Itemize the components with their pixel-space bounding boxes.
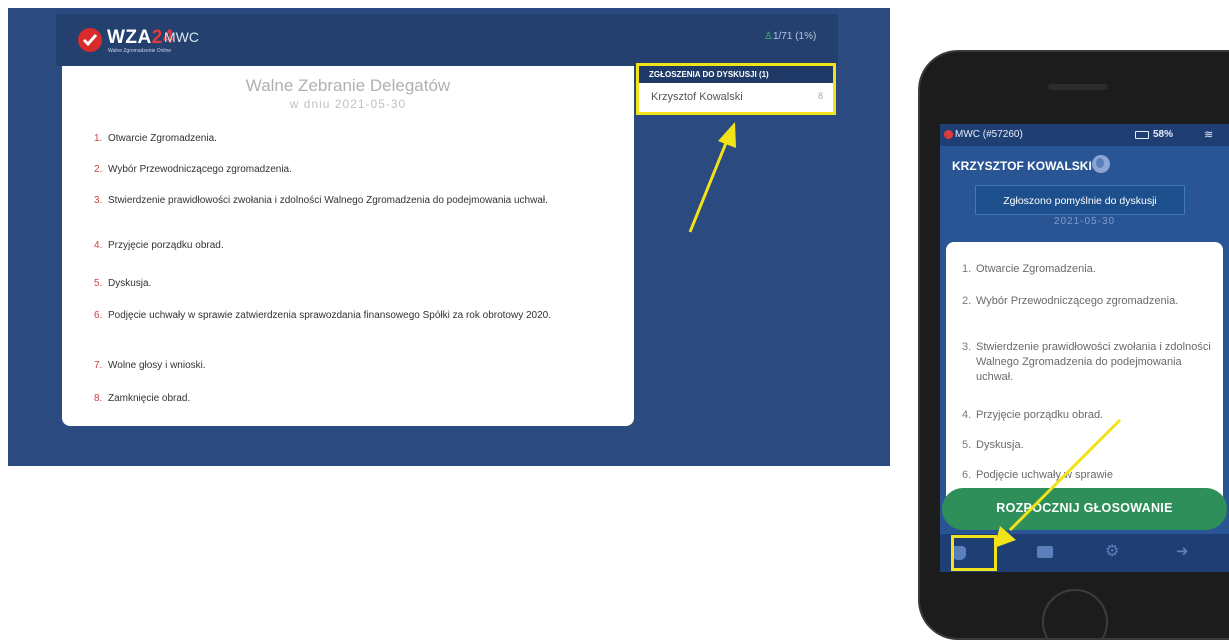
agenda-item-text: Wybór Przewodniczącego zgromadzenia. — [108, 164, 292, 175]
agenda-item[interactable]: 3. Stwierdzenie prawidłowości zwołania i … — [94, 194, 548, 207]
chat-icon[interactable] — [1037, 546, 1053, 558]
wifi-icon: ≋ — [1204, 129, 1214, 141]
speaker-number: 8 — [817, 91, 823, 101]
agenda-item-number: 1. — [962, 263, 972, 275]
agenda-item-number: 7. — [94, 360, 103, 371]
phone-agenda-card: 1. Otwarcie Zgromadzenia. 2. Wybór Przewod… — [946, 242, 1223, 502]
phone-app-id: MWC (#57260) — [955, 129, 1023, 140]
success-toast: Zgłoszono pomyślnie do dyskusji — [975, 185, 1185, 215]
phone-screen: MWC (#57260) 58% ≋ KRZYSZTOF KOWALSKI ..… — [940, 124, 1229, 572]
instruction-screenshot: WZA24 Walne Zgromadzenie Online MWC ♙1/7… — [0, 0, 1229, 640]
agenda-item[interactable]: 5. Dyskusja. — [94, 277, 151, 290]
phone-agenda-item[interactable]: 2. Wybór Przewodniczącego zgromadzenia. — [962, 294, 1178, 309]
logo-subtitle: Walne Zgromadzenie Online — [108, 48, 172, 54]
phone-agenda-item[interactable]: 1. Otwarcie Zgromadzenia. — [962, 262, 1096, 277]
agenda-item-number: 2. — [94, 164, 103, 175]
speaker-name: Krzysztof Kowalski — [651, 91, 743, 103]
app-name: MWC — [164, 29, 199, 45]
phone-agenda-item[interactable]: 6. Podjęcie uchwały w sprawie — [962, 468, 1113, 483]
discussion-queue: ZGŁOSZENIA DO DYSKUSJI (1) Krzysztof Kow… — [636, 63, 836, 115]
gear-icon[interactable]: ⚙ — [1105, 544, 1121, 560]
agenda-item-number: 8. — [94, 393, 103, 404]
agenda-item-number: 4. — [962, 409, 972, 421]
raise-hand-highlight — [951, 535, 997, 571]
phone-agenda-item[interactable]: 5. Dyskusja. — [962, 438, 1024, 453]
agenda-item[interactable]: 8. Zamknięcie obrad. — [94, 392, 190, 405]
agenda-item-text: Zamknięcie obrad. — [108, 393, 191, 404]
agenda-item-text: Przyjęcie porządku obrad. — [108, 240, 224, 251]
agenda-item-number: 6. — [962, 469, 972, 481]
start-voting-button[interactable]: ROZPOCZNIJ GŁOSOWANIE — [942, 488, 1227, 530]
meeting-date: w dniu 2021-05-30 — [289, 97, 407, 111]
attendance-counter: ♙1/71 (1%) — [764, 31, 816, 42]
agenda-item-text: Wybór Przewodniczącego zgromadzenia. — [976, 295, 1179, 307]
agenda-item-number: 1. — [94, 133, 103, 144]
battery-level: 58% — [1153, 129, 1174, 140]
battery-icon — [1135, 131, 1149, 139]
agenda-item-number: 4. — [94, 240, 103, 251]
agenda-item-number: 5. — [962, 439, 972, 451]
agenda-item-number: 3. — [94, 195, 103, 206]
logout-icon[interactable]: ➜ — [1176, 544, 1192, 560]
discussion-queue-entry[interactable]: Krzysztof Kowalski 8 — [639, 83, 833, 111]
agenda-panel: Walne Zebranie Delegatów w dniu 2021-05-… — [62, 66, 634, 426]
agenda-item-number: 5. — [94, 278, 103, 289]
agenda-item-text: Dyskusja. — [108, 278, 152, 289]
agenda-item[interactable]: 2. Wybór Przewodniczącego zgromadzenia. — [94, 163, 292, 176]
phone-agenda-item[interactable]: 3. Stwierdzenie prawidłowości zwołania i … — [962, 340, 1212, 385]
attendance-count: 1/71 (1%) — [772, 31, 817, 42]
home-button[interactable] — [1042, 589, 1108, 638]
agenda-item[interactable]: 1. Otwarcie Zgromadzenia. — [94, 132, 217, 145]
agenda-item[interactable]: 6. Podjęcie uchwały w sprawie zatwierdzen… — [94, 309, 551, 322]
logo-check-icon — [78, 28, 102, 52]
record-icon — [944, 130, 953, 139]
discussion-queue-header: ZGŁOSZENIA DO DYSKUSJI (1) — [639, 66, 833, 83]
logo-text: WZA — [107, 27, 152, 48]
agenda-item-text: Podjęcie uchwały w sprawie — [976, 469, 1113, 481]
agenda-item-number: 3. — [962, 341, 972, 353]
agenda-item-number: 6. — [94, 310, 103, 321]
phone-agenda-item[interactable]: 4. Przyjęcie porządku obrad. — [962, 408, 1103, 423]
agenda-item-text: Podjęcie uchwały w sprawie zatwierdzenia… — [108, 310, 552, 321]
agenda-item[interactable]: 7. Wolne głosy i wnioski. — [94, 359, 206, 372]
person-icon: ♙ — [764, 31, 773, 42]
user-name: KRZYSZTOF KOWALSKI ... — [952, 159, 1106, 173]
phone-status-bar: MWC (#57260) 58% ≋ — [940, 124, 1229, 146]
phone-speaker — [1048, 84, 1108, 90]
agenda-item-text: Stwierdzenie prawidłowości zwołania i zd… — [108, 195, 548, 206]
agenda-item-number: 2. — [962, 295, 972, 307]
agenda-item-text: Dyskusja. — [976, 439, 1024, 451]
phone-date: 2021-05-30 — [1053, 216, 1116, 227]
phone-device: MWC (#57260) 58% ≋ KRZYSZTOF KOWALSKI ..… — [918, 50, 1229, 640]
agenda-item-text: Przyjęcie porządku obrad. — [976, 409, 1104, 421]
meeting-title: Walne Zebranie Delegatów — [245, 76, 451, 95]
agenda-item-text: Wolne głosy i wnioski. — [108, 360, 206, 371]
agenda-item[interactable]: 4. Przyjęcie porządku obrad. — [94, 239, 224, 252]
agenda-item-text: Otwarcie Zgromadzenia. — [108, 133, 217, 144]
globe-icon[interactable] — [1092, 155, 1110, 173]
agenda-item-text: Otwarcie Zgromadzenia. — [976, 263, 1096, 275]
agenda-item-text: Stwierdzenie prawidłowości zwołania i zd… — [976, 341, 1211, 383]
